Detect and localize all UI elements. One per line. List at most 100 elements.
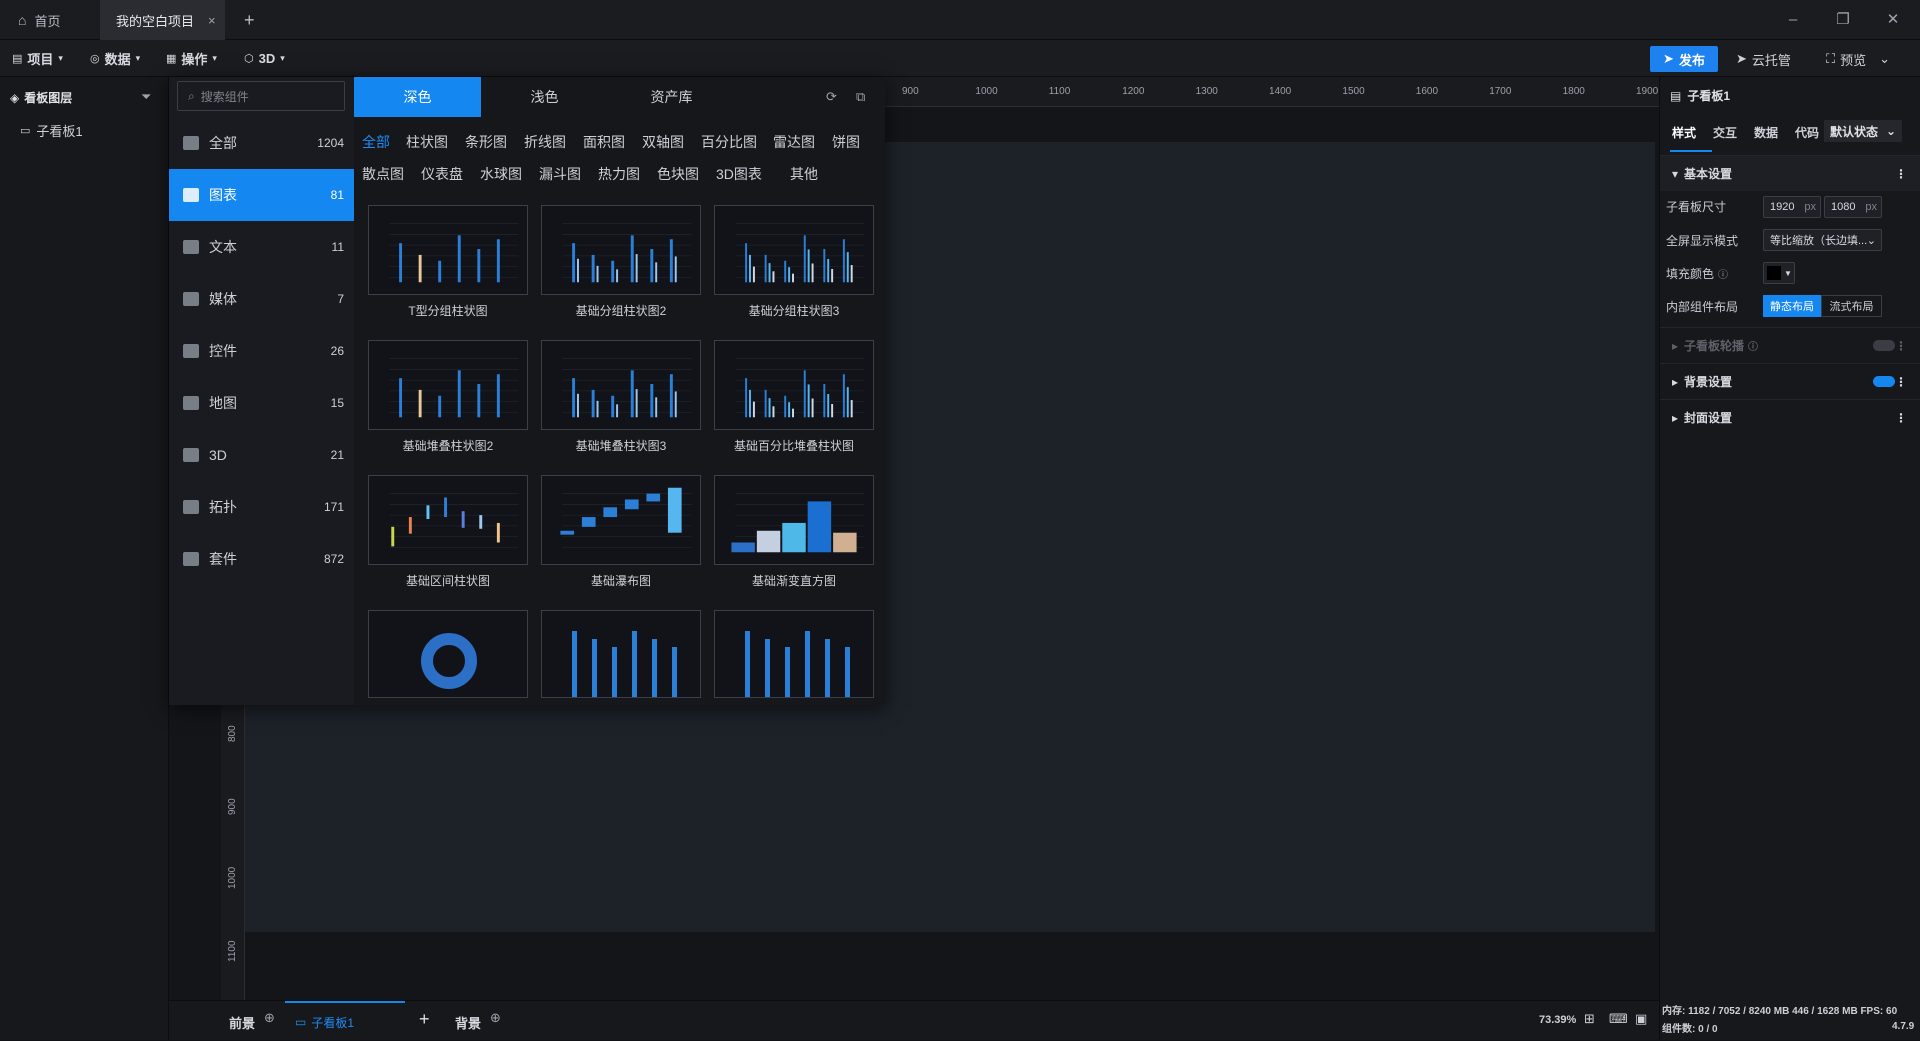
fill-color-picker[interactable]: ▼ bbox=[1763, 262, 1795, 284]
chevron-down-icon: ⌄ bbox=[1885, 124, 1896, 138]
filter-7[interactable]: 雷达图 bbox=[773, 132, 815, 152]
component-card[interactable] bbox=[714, 205, 874, 295]
category-5[interactable]: 地图 15 bbox=[169, 377, 354, 429]
tab-project[interactable]: 我的空白项目 × bbox=[100, 0, 225, 40]
filter-row2-0[interactable]: 散点图 bbox=[362, 164, 404, 184]
panel-tab-3[interactable]: 代码 bbox=[1795, 124, 1819, 141]
category-3[interactable]: 媒体 7 bbox=[169, 273, 354, 325]
panel-tab-1[interactable]: 交互 bbox=[1713, 124, 1737, 141]
close-icon[interactable]: × bbox=[208, 13, 216, 28]
section-basic[interactable]: ▾ 基本设置 ⋮ bbox=[1660, 155, 1920, 191]
foreground-tab[interactable]: 前景 bbox=[229, 1013, 255, 1032]
panel-tab-0[interactable]: 样式 bbox=[1672, 124, 1696, 141]
filter-row2-3[interactable]: 漏斗图 bbox=[539, 164, 581, 184]
add-foreground-icon[interactable]: ⊕ bbox=[264, 1010, 275, 1026]
menu-3d[interactable]: ⬡ 3D ▾ bbox=[244, 40, 285, 77]
library-tab-1[interactable]: 浅色 bbox=[481, 77, 608, 117]
fit-screen-icon[interactable]: ⊞ bbox=[1584, 1011, 1595, 1027]
filter-icon[interactable]: ⏷ bbox=[141, 89, 151, 105]
close-window-icon[interactable]: ✕ bbox=[1880, 8, 1906, 32]
section-carousel[interactable]: ▸ 子看板轮播 ⓘ ⋮ bbox=[1660, 327, 1920, 363]
category-label: 套件 bbox=[209, 551, 237, 567]
category-count: 26 bbox=[330, 344, 344, 358]
publish-button[interactable]: ➤ 发布 bbox=[1650, 46, 1718, 72]
layer-item[interactable]: ▭ 子看板1 bbox=[0, 117, 168, 143]
ruler-tick: 1300 bbox=[1195, 86, 1218, 97]
refresh-icon[interactable]: ⟳ bbox=[826, 89, 837, 105]
component-card[interactable] bbox=[541, 610, 701, 698]
filter-8[interactable]: 饼图 bbox=[832, 132, 860, 152]
component-card[interactable] bbox=[368, 340, 528, 430]
category-7[interactable]: 拓扑 171 bbox=[169, 481, 354, 533]
board-tab[interactable]: ▭ 子看板1 bbox=[285, 1001, 405, 1041]
flow-layout-button[interactable]: 流式布局 bbox=[1821, 295, 1882, 317]
filter-row2-6[interactable]: 3D图表 bbox=[716, 164, 762, 184]
filter-6[interactable]: 百分比图 bbox=[701, 132, 757, 152]
component-card[interactable] bbox=[368, 205, 528, 295]
add-board-button[interactable]: + bbox=[419, 1009, 430, 1030]
ruler-tick: 900 bbox=[902, 86, 919, 97]
component-card[interactable] bbox=[368, 610, 528, 698]
panel-tab-2[interactable]: 数据 bbox=[1754, 124, 1778, 141]
category-2[interactable]: 文本 11 bbox=[169, 221, 354, 273]
keyboard-icon[interactable]: ⌨ bbox=[1609, 1011, 1628, 1027]
category-4[interactable]: 控件 26 bbox=[169, 325, 354, 377]
tab-home[interactable]: ⌂ 首页 bbox=[18, 0, 88, 40]
more-icon[interactable]: ⋮ bbox=[1895, 411, 1907, 425]
new-tab-button[interactable]: + bbox=[244, 0, 264, 40]
component-card[interactable] bbox=[714, 475, 874, 565]
cloud-host-button[interactable]: ➤ 云托管 bbox=[1736, 46, 1791, 72]
more-icon[interactable]: ⋮ bbox=[1895, 167, 1907, 181]
component-card[interactable] bbox=[541, 205, 701, 295]
component-card[interactable] bbox=[368, 475, 528, 565]
width-input[interactable]: 1920 px bbox=[1763, 196, 1821, 218]
filter-row2-2[interactable]: 水球图 bbox=[480, 164, 522, 184]
filter-row2-1[interactable]: 仪表盘 bbox=[421, 164, 463, 184]
section-cover[interactable]: ▸ 封面设置 ⋮ bbox=[1660, 399, 1920, 435]
fullscreen-select[interactable]: 等比缩放（长边填... ⌄ bbox=[1763, 229, 1882, 251]
library-tab-0[interactable]: 深色 bbox=[354, 77, 481, 117]
category-1[interactable]: 图表 81 bbox=[169, 169, 354, 221]
filter-4[interactable]: 面积图 bbox=[583, 132, 625, 152]
height-input[interactable]: 1080 px bbox=[1824, 196, 1882, 218]
filter-1[interactable]: 柱状图 bbox=[406, 132, 448, 152]
help-icon[interactable]: ⓘ bbox=[1718, 266, 1728, 281]
component-card[interactable] bbox=[714, 340, 874, 430]
carousel-toggle[interactable] bbox=[1873, 340, 1895, 351]
restore-icon[interactable]: ❐ bbox=[1830, 8, 1856, 32]
background-toggle[interactable] bbox=[1873, 376, 1895, 387]
menu-operations[interactable]: ▦ 操作 ▾ bbox=[166, 40, 217, 77]
add-background-icon[interactable]: ⊕ bbox=[490, 1010, 501, 1026]
category-0[interactable]: 全部 1204 bbox=[169, 117, 354, 169]
terminal-icon[interactable]: ▣ bbox=[1635, 1011, 1647, 1027]
component-card[interactable] bbox=[541, 340, 701, 430]
section-background[interactable]: ▸ 背景设置 ⋮ bbox=[1660, 363, 1920, 399]
menu-data[interactable]: ◎ 数据 ▾ bbox=[90, 40, 140, 77]
zoom-level[interactable]: 73.39% bbox=[1539, 1014, 1576, 1026]
filter-0[interactable]: 全部 bbox=[362, 132, 390, 152]
more-icon[interactable]: ⋮ bbox=[1895, 375, 1907, 389]
popout-icon[interactable]: ⧉ bbox=[856, 89, 865, 105]
card-thumbnail bbox=[735, 358, 865, 418]
menu-project[interactable]: ▤ 项目 ▾ bbox=[12, 40, 63, 77]
filter-row2-7[interactable]: 其他 bbox=[790, 164, 818, 184]
search-input[interactable]: ⌕ 搜索组件 bbox=[177, 81, 345, 111]
preview-button[interactable]: ⛶ 预览 ⌄ bbox=[1826, 46, 1890, 72]
component-card[interactable] bbox=[541, 475, 701, 565]
background-tab[interactable]: 背景 bbox=[455, 1013, 481, 1032]
filter-2[interactable]: 条形图 bbox=[465, 132, 507, 152]
library-tab-2[interactable]: 资产库 bbox=[608, 77, 735, 117]
ruler-tick: 1000 bbox=[227, 866, 238, 889]
category-8[interactable]: 套件 872 bbox=[169, 533, 354, 585]
filter-row2-4[interactable]: 热力图 bbox=[598, 164, 640, 184]
card-label: 基础堆叠柱状图2 bbox=[402, 439, 494, 453]
static-layout-button[interactable]: 静态布局 bbox=[1763, 295, 1821, 317]
state-select[interactable]: 默认状态 ⌄ bbox=[1824, 120, 1902, 142]
filter-row2-5[interactable]: 色块图 bbox=[657, 164, 699, 184]
minimize-icon[interactable]: – bbox=[1780, 8, 1806, 32]
filter-3[interactable]: 折线图 bbox=[524, 132, 566, 152]
more-icon[interactable]: ⋮ bbox=[1895, 339, 1907, 353]
filter-5[interactable]: 双轴图 bbox=[642, 132, 684, 152]
category-6[interactable]: 3D 21 bbox=[169, 429, 354, 481]
component-card[interactable] bbox=[714, 610, 874, 698]
